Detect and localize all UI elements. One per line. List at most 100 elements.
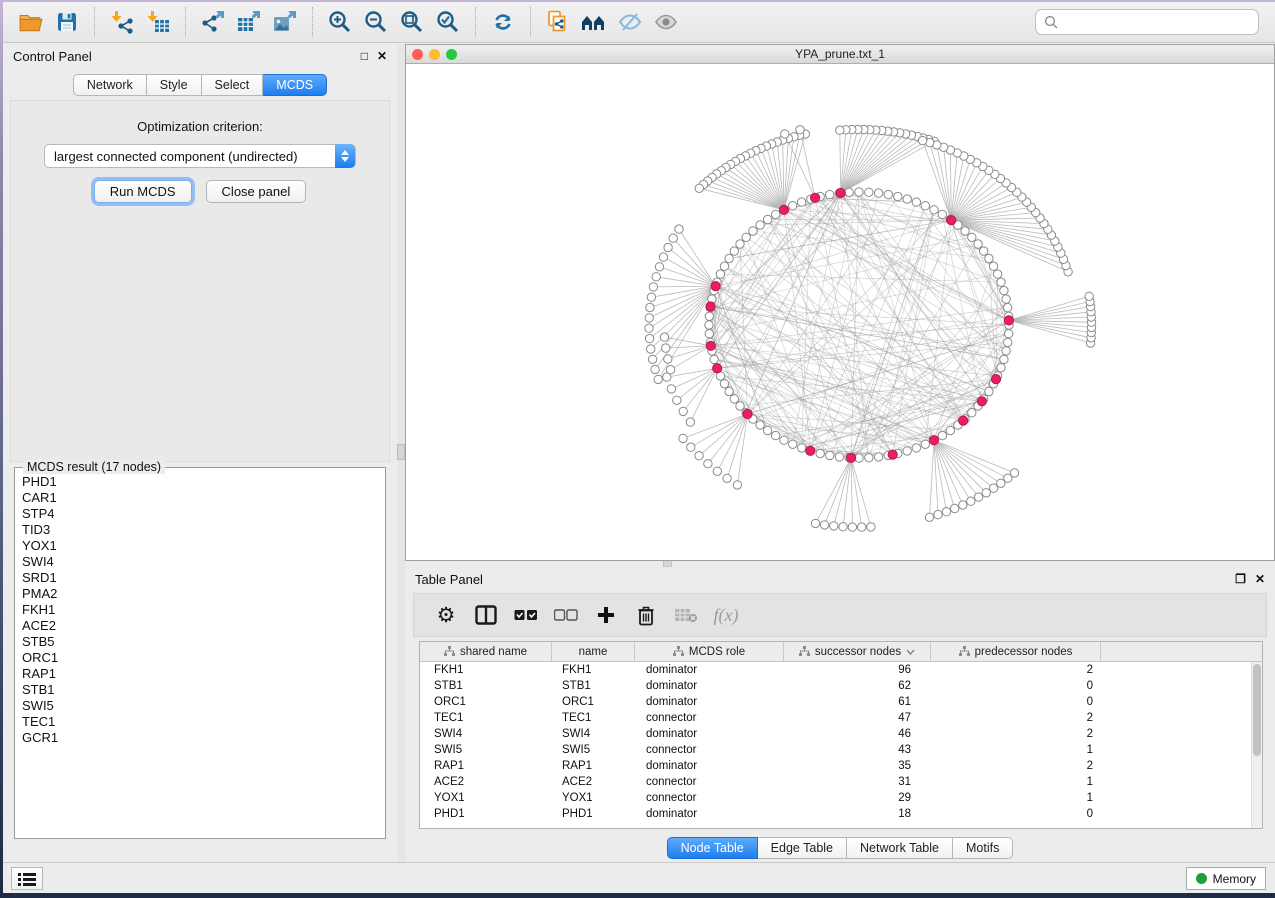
- graph-node[interactable]: [651, 365, 659, 373]
- tab-select[interactable]: Select: [202, 74, 264, 96]
- table-cell[interactable]: 47: [784, 712, 931, 724]
- table-cell[interactable]: 35: [784, 760, 931, 772]
- column-header-name[interactable]: name: [552, 642, 635, 661]
- graph-edge[interactable]: [841, 134, 906, 193]
- graph-node[interactable]: [710, 355, 718, 363]
- graph-node[interactable]: [826, 190, 834, 198]
- graph-edge[interactable]: [951, 156, 964, 220]
- graph-dominator-node[interactable]: [947, 216, 956, 225]
- graph-node[interactable]: [1004, 303, 1012, 311]
- table-row[interactable]: SWI4SWI4dominator462: [420, 726, 1251, 742]
- graph-node[interactable]: [742, 233, 750, 241]
- graph-edge[interactable]: [720, 274, 1001, 282]
- table-cell[interactable]: 96: [784, 664, 931, 676]
- table-row[interactable]: ORC1ORC1dominator610: [420, 694, 1251, 710]
- graph-edge[interactable]: [841, 136, 918, 193]
- graph-node[interactable]: [736, 402, 744, 410]
- table-cell[interactable]: 1: [931, 776, 1101, 788]
- column-header-successor-nodes[interactable]: successor nodes: [784, 642, 931, 661]
- graph-node[interactable]: [789, 440, 797, 448]
- graph-edge[interactable]: [653, 286, 715, 287]
- graph-node[interactable]: [646, 303, 654, 311]
- network-window-titlebar[interactable]: YPA_prune.txt_1: [406, 45, 1274, 64]
- close-panel-button[interactable]: Close panel: [206, 180, 307, 203]
- column-header-predecessor-nodes[interactable]: predecessor nodes: [931, 642, 1101, 661]
- mcds-node-item[interactable]: STP4: [22, 506, 385, 522]
- graph-node[interactable]: [730, 247, 738, 255]
- graph-node[interactable]: [925, 513, 933, 521]
- table-cell[interactable]: dominator: [635, 696, 784, 708]
- graph-node[interactable]: [968, 409, 976, 417]
- graph-node[interactable]: [756, 421, 764, 429]
- table-cell[interactable]: TEC1: [420, 712, 552, 724]
- mcds-node-item[interactable]: PMA2: [22, 586, 385, 602]
- graph-node[interactable]: [797, 198, 805, 206]
- graph-node[interactable]: [974, 240, 982, 248]
- table-row[interactable]: TEC1TEC1connector472: [420, 710, 1251, 726]
- zoom-fit-button[interactable]: [394, 6, 430, 38]
- graph-edge[interactable]: [726, 168, 784, 210]
- graph-node[interactable]: [647, 293, 655, 301]
- graph-node[interactable]: [705, 330, 713, 338]
- graph-node[interactable]: [951, 504, 959, 512]
- graph-edge[interactable]: [784, 137, 794, 210]
- graph-dominator-node[interactable]: [959, 416, 968, 425]
- table-cell[interactable]: dominator: [635, 728, 784, 740]
- table-cell[interactable]: 18: [784, 808, 931, 820]
- mcds-node-item[interactable]: ACE2: [22, 618, 385, 634]
- graph-node[interactable]: [989, 262, 997, 270]
- graph-node[interactable]: [816, 449, 824, 457]
- table-cell[interactable]: 31: [784, 776, 931, 788]
- table-cell[interactable]: dominator: [635, 664, 784, 676]
- graph-dominator-node[interactable]: [713, 364, 722, 373]
- graph-edge[interactable]: [816, 458, 852, 524]
- graph-edge[interactable]: [1009, 296, 1089, 320]
- search-input[interactable]: [1064, 12, 1258, 32]
- graph-node[interactable]: [811, 519, 819, 527]
- graph-edge[interactable]: [934, 440, 994, 488]
- graph-edge[interactable]: [841, 131, 888, 193]
- graph-node[interactable]: [993, 270, 1001, 278]
- table-cell[interactable]: PHD1: [420, 808, 552, 820]
- mcds-node-item[interactable]: PHD1: [22, 474, 385, 490]
- graph-node[interactable]: [982, 489, 990, 497]
- graph-edge[interactable]: [760, 220, 951, 225]
- graph-edge[interactable]: [934, 440, 979, 497]
- graph-dominator-node[interactable]: [779, 205, 788, 214]
- tab-network[interactable]: Network: [73, 74, 147, 96]
- graph-edge[interactable]: [996, 274, 998, 379]
- column-header-MCDS-role[interactable]: MCDS role: [635, 642, 784, 661]
- graph-edge[interactable]: [934, 440, 1001, 483]
- graph-node[interactable]: [664, 355, 672, 363]
- graph-node[interactable]: [733, 481, 741, 489]
- export-table-button[interactable]: [231, 6, 267, 38]
- graph-node[interactable]: [1004, 338, 1012, 346]
- graph-node[interactable]: [756, 221, 764, 229]
- graph-edge[interactable]: [671, 368, 717, 389]
- graph-node[interactable]: [997, 364, 1005, 372]
- graph-edge[interactable]: [690, 368, 717, 422]
- graph-dominator-node[interactable]: [991, 375, 1000, 384]
- graph-edge[interactable]: [841, 131, 882, 194]
- graph-dominator-node[interactable]: [836, 188, 845, 197]
- graph-edge[interactable]: [951, 192, 1016, 220]
- splitter-grip[interactable]: [397, 444, 405, 460]
- graph-node[interactable]: [839, 523, 847, 531]
- graph-edge[interactable]: [768, 220, 952, 221]
- graph-edge[interactable]: [965, 231, 1009, 320]
- table-cell[interactable]: STB1: [420, 680, 552, 692]
- table-cell[interactable]: RAP1: [552, 760, 635, 772]
- graph-node[interactable]: [686, 418, 694, 426]
- graph-node[interactable]: [679, 407, 687, 415]
- show-graphics-details-button[interactable]: [648, 6, 684, 38]
- graph-node[interactable]: [645, 334, 653, 342]
- graph-node[interactable]: [912, 198, 920, 206]
- table-cell[interactable]: 0: [931, 680, 1101, 692]
- mcds-node-item[interactable]: FKH1: [22, 602, 385, 618]
- graph-edge[interactable]: [930, 440, 935, 517]
- graph-node[interactable]: [655, 263, 663, 271]
- graph-node[interactable]: [673, 396, 681, 404]
- graph-node[interactable]: [675, 225, 683, 233]
- graph-edge[interactable]: [851, 192, 859, 458]
- table-cell[interactable]: YOX1: [552, 792, 635, 804]
